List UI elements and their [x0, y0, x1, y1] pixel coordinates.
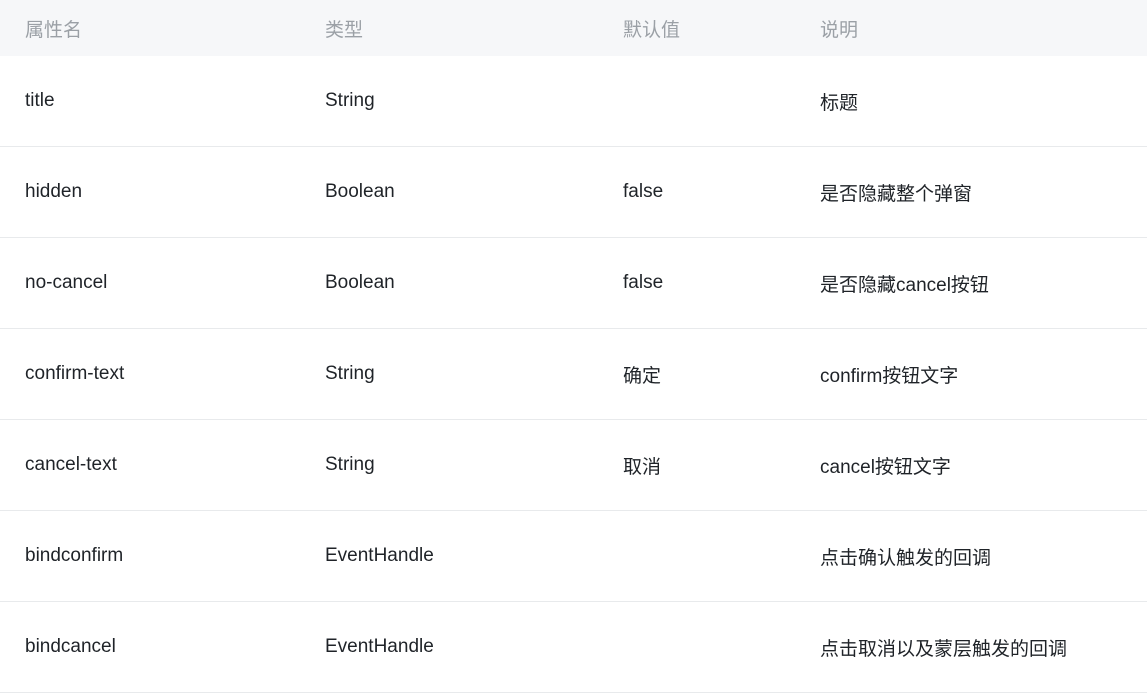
cell-property-name: title [0, 56, 300, 147]
cell-property-name: cancel-text [0, 419, 300, 511]
table-row: bindconfirm EventHandle 点击确认触发的回调 [0, 510, 1147, 602]
table-row: no-cancel Boolean false 是否隐藏cancel按钮 [0, 237, 1147, 329]
component-properties-table: 属性名 类型 默认值 说明 title String 标题 hidden Boo… [0, 0, 1147, 693]
cell-description: 点击取消以及蒙层触发的回调 [795, 601, 1147, 693]
cell-type: String [300, 56, 598, 147]
table-header-row: 属性名 类型 默认值 说明 [0, 0, 1147, 56]
cell-type: Boolean [300, 146, 598, 238]
cell-default-value: false [598, 237, 795, 329]
cell-default-value [598, 601, 795, 693]
column-header-default-value: 默认值 [598, 0, 795, 56]
table-body: title String 标题 hidden Boolean false 是否隐… [0, 56, 1147, 693]
cell-property-name: no-cancel [0, 237, 300, 329]
column-header-description: 说明 [795, 0, 1147, 56]
table-row: bindcancel EventHandle 点击取消以及蒙层触发的回调 [0, 601, 1147, 693]
cell-description: 点击确认触发的回调 [795, 510, 1147, 602]
cell-type: String [300, 419, 598, 511]
cell-property-name: bindcancel [0, 601, 300, 693]
cell-property-name: hidden [0, 146, 300, 238]
table-header: 属性名 类型 默认值 说明 [0, 0, 1147, 56]
cell-description: 是否隐藏整个弹窗 [795, 146, 1147, 238]
cell-default-value: false [598, 146, 795, 238]
table-row: hidden Boolean false 是否隐藏整个弹窗 [0, 146, 1147, 238]
table-row: title String 标题 [0, 56, 1147, 147]
cell-default-value [598, 510, 795, 602]
cell-type: EventHandle [300, 601, 598, 693]
cell-description: 是否隐藏cancel按钮 [795, 237, 1147, 329]
cell-default-value [598, 56, 795, 147]
cell-type: EventHandle [300, 510, 598, 602]
cell-property-name: confirm-text [0, 328, 300, 420]
column-header-type: 类型 [300, 0, 598, 56]
cell-description: 标题 [795, 56, 1147, 147]
column-header-property-name: 属性名 [0, 0, 300, 56]
cell-description: cancel按钮文字 [795, 419, 1147, 511]
cell-type: Boolean [300, 237, 598, 329]
cell-default-value: 确定 [598, 328, 795, 420]
cell-default-value: 取消 [598, 419, 795, 511]
cell-property-name: bindconfirm [0, 510, 300, 602]
table-row: cancel-text String 取消 cancel按钮文字 [0, 419, 1147, 511]
cell-description: confirm按钮文字 [795, 328, 1147, 420]
cell-type: String [300, 328, 598, 420]
table-row: confirm-text String 确定 confirm按钮文字 [0, 328, 1147, 420]
